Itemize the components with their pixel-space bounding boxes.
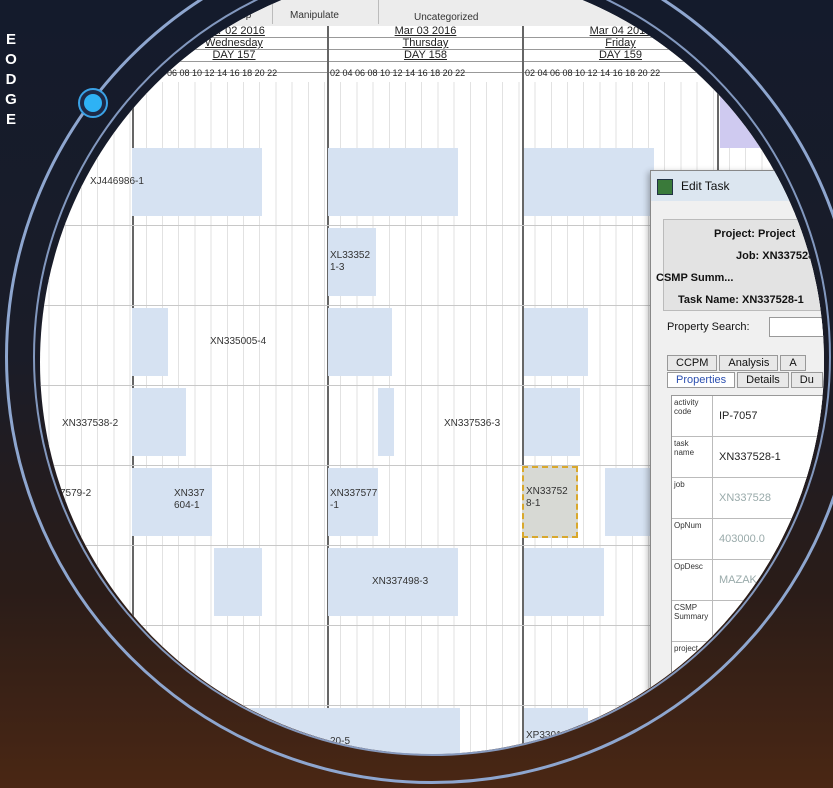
side-letter: E (5, 111, 16, 128)
side-letter: O (5, 51, 17, 68)
property-row: exte (672, 683, 824, 724)
property-key: exte (672, 683, 713, 723)
side-letter: G (5, 91, 17, 108)
ring-dot-icon (78, 88, 108, 118)
property-value[interactable] (713, 642, 719, 682)
side-letter: D (5, 71, 17, 88)
side-letter: E (5, 31, 16, 48)
property-value[interactable] (713, 683, 719, 723)
vertical-side-text: E O D G E (0, 30, 22, 130)
